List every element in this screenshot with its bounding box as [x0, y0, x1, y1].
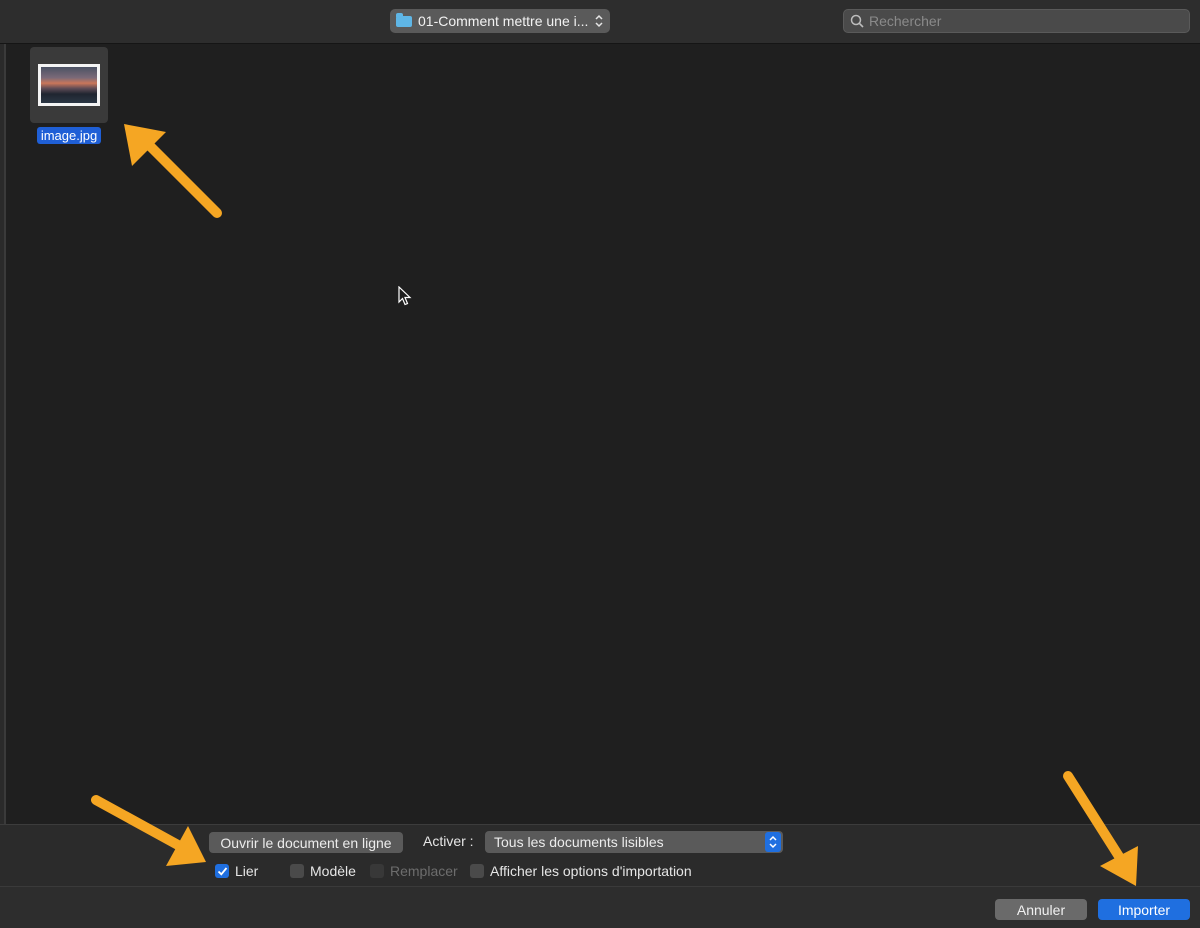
dialog-toolbar: 01-Comment mettre une i... [0, 0, 1200, 44]
checkbox-label: Afficher les options d'importation [490, 863, 692, 879]
checkbox-modele[interactable]: Modèle [290, 863, 356, 879]
file-name-label: image.jpg [36, 127, 102, 144]
checkbox-afficher-options[interactable]: Afficher les options d'importation [470, 863, 692, 879]
checkbox-box[interactable] [290, 864, 304, 878]
file-type-select[interactable]: Tous les documents lisibles [485, 831, 783, 853]
file-thumbnail-frame [30, 47, 108, 123]
checkbox-label: Lier [235, 863, 259, 879]
location-label: 01-Comment mettre une i... [418, 13, 589, 29]
search-input[interactable] [869, 13, 1169, 29]
file-item-image[interactable]: image.jpg [30, 47, 108, 144]
folder-icon [396, 12, 412, 27]
file-thumbnail [38, 64, 100, 106]
open-online-button[interactable]: Ouvrir le document en ligne [209, 832, 403, 853]
location-popup[interactable]: 01-Comment mettre une i... [390, 9, 610, 33]
import-button[interactable]: Importer [1098, 899, 1190, 920]
dialog-footer: Annuler Importer [0, 886, 1200, 928]
checkbox-label: Modèle [310, 863, 356, 879]
activer-label: Activer : [423, 833, 474, 849]
mouse-pointer-icon [398, 286, 412, 306]
search-icon [850, 14, 864, 28]
search-field[interactable] [843, 9, 1190, 33]
import-options-bar: Ouvrir le document en ligne Activer : To… [0, 824, 1200, 886]
checkbox-box [370, 864, 384, 878]
image-preview [41, 67, 97, 103]
checkbox-lier[interactable]: Lier [215, 863, 258, 879]
cancel-button[interactable]: Annuler [995, 899, 1087, 920]
file-browser [0, 44, 1200, 824]
checkbox-label: Remplacer [390, 863, 458, 879]
checkbox-box[interactable] [470, 864, 484, 878]
updown-chevron-icon [595, 14, 603, 28]
checkbox-remplacer: Remplacer [370, 863, 458, 879]
sidebar-edge [0, 44, 6, 824]
select-chevron-icon [765, 832, 781, 852]
checkmark-icon[interactable] [215, 864, 229, 878]
file-type-selected: Tous les documents lisibles [494, 834, 664, 850]
